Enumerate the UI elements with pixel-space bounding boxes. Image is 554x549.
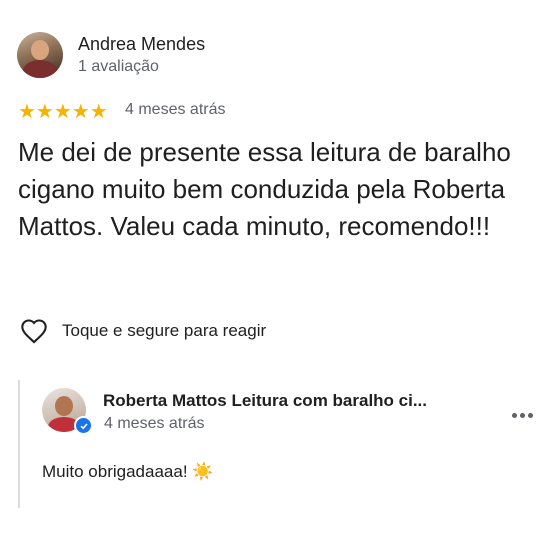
react-label: Toque e segure para reagir [62, 321, 267, 340]
more-options-icon[interactable] [510, 405, 534, 423]
reviewer-name[interactable]: Andrea Mendes [78, 34, 205, 55]
review-text: Me dei de presente essa leitura de baral… [18, 137, 511, 241]
reviewer-avatar[interactable] [17, 32, 63, 78]
heart-icon [20, 318, 48, 344]
reply-divider [18, 380, 20, 508]
owner-name[interactable]: Roberta Mattos Leitura com baralho ci... [103, 391, 427, 411]
star-rating: ★★★★★ [18, 101, 108, 123]
reply-text: Muito obrigadaaaa! ☀️ [42, 462, 214, 481]
review-time: 4 meses atrás [125, 101, 226, 118]
reviewer-review-count: 1 avaliação [78, 58, 159, 75]
verified-badge-icon [74, 416, 93, 435]
reply-time: 4 meses atrás [104, 415, 205, 432]
react-button[interactable]: Toque e segure para reagir [20, 318, 266, 344]
